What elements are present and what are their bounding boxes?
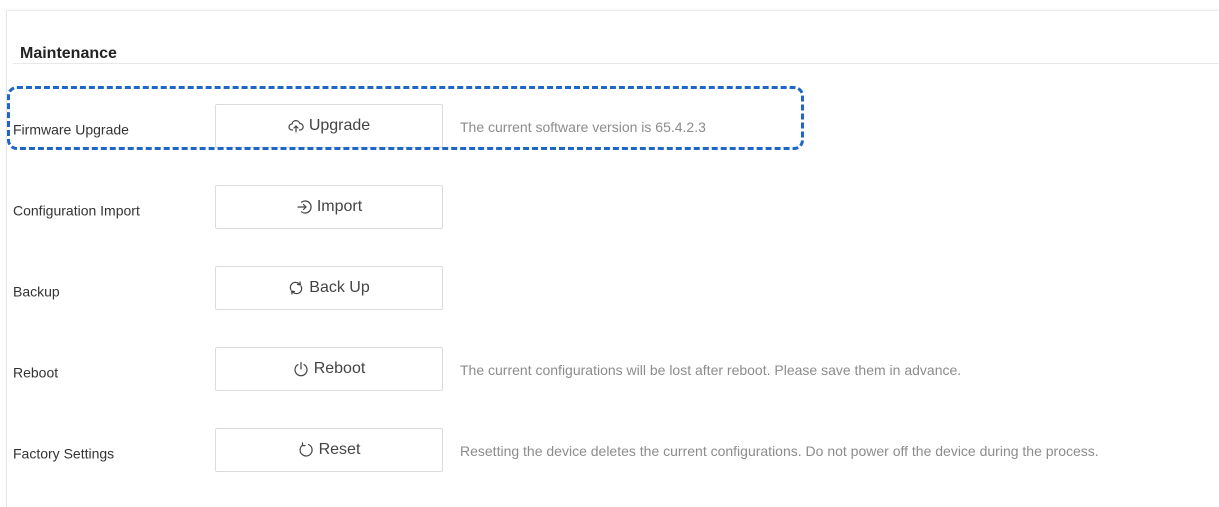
row-reboot: Reboot Reboot The current configurations… xyxy=(0,347,1219,393)
factory-settings-label: Factory Settings xyxy=(13,445,115,462)
row-configuration-import: Configuration Import Import xyxy=(0,185,1219,231)
import-button[interactable]: Import xyxy=(215,185,443,229)
reset-icon xyxy=(298,442,314,458)
section-divider xyxy=(13,63,1219,64)
configuration-import-label: Configuration Import xyxy=(13,202,140,219)
import-icon xyxy=(296,199,312,215)
reboot-button-label: Reboot xyxy=(313,360,366,377)
software-version-hint: The current software version is 65.4.2.3 xyxy=(460,119,706,135)
back-up-button[interactable]: Back Up xyxy=(215,266,443,310)
row-backup: Backup Back Up xyxy=(0,266,1219,312)
reset-button[interactable]: Reset xyxy=(215,428,443,472)
row-firmware-upgrade: Firmware Upgrade Upgrade The current sof… xyxy=(0,104,1219,150)
reboot-label: Reboot xyxy=(13,364,59,381)
backup-label: Backup xyxy=(13,283,60,300)
power-icon xyxy=(293,361,309,377)
import-button-label: Import xyxy=(316,198,363,215)
cloud-upload-icon xyxy=(288,118,304,134)
reboot-button[interactable]: Reboot xyxy=(215,347,443,391)
swap-arrows-icon xyxy=(288,280,304,296)
firmware-upgrade-label: Firmware Upgrade xyxy=(13,121,129,138)
reset-hint: Resetting the device deletes the current… xyxy=(460,443,1099,459)
back-up-button-label: Back Up xyxy=(309,279,370,296)
upgrade-button-label: Upgrade xyxy=(308,117,371,134)
upgrade-button[interactable]: Upgrade xyxy=(215,104,443,148)
section-title: Maintenance xyxy=(20,45,117,62)
reboot-hint: The current configurations will be lost … xyxy=(460,362,962,378)
row-factory-settings: Factory Settings Reset Resetting the dev… xyxy=(0,428,1219,474)
reset-button-label: Reset xyxy=(318,441,361,458)
